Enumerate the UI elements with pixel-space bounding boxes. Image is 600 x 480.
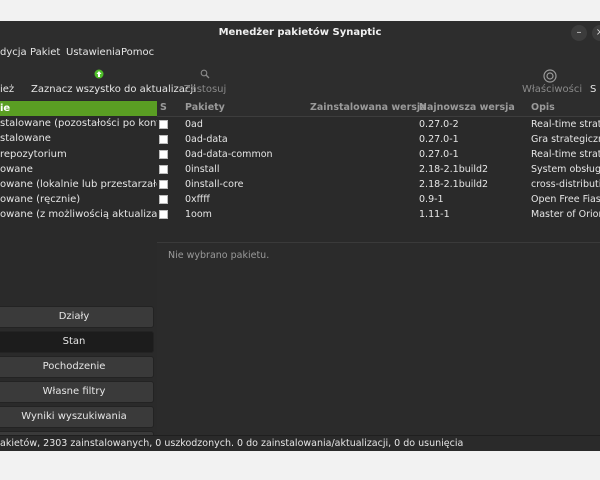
menubar: dycja Pakiet Ustawienia Pomoc [0, 45, 600, 63]
description: Real-time strateg [531, 149, 600, 160]
filter-item-all[interactable]: ie [0, 101, 157, 117]
description: cross-distribution [531, 179, 600, 190]
package-name: 1oom [185, 209, 212, 220]
column-latest-version[interactable]: Najnowsza wersja [419, 102, 515, 113]
minimize-button[interactable]: – [571, 25, 587, 41]
filter-item-installed-manual[interactable]: owane (ręcznie) [0, 192, 157, 207]
filter-item-residual-config[interactable]: stalowane (pozostałości po konfigurat [0, 116, 157, 131]
description: Open Free Fiasco [531, 194, 600, 205]
package-table: S Pakiety Zainstalowana wersja Najnowsza… [157, 100, 600, 240]
package-name: 0ad-data [185, 134, 228, 145]
filter-item-repository[interactable]: repozytorium [0, 147, 157, 162]
properties-icon [522, 69, 578, 83]
menu-edit[interactable]: dycja [0, 47, 27, 58]
column-package[interactable]: Pakiety [185, 102, 225, 113]
search-label: S [590, 84, 597, 95]
table-row[interactable]: 0ad-data-common 0.27.0-1 Real-time strat… [157, 147, 600, 162]
no-package-selected-text: Nie wybrano pakietu. [168, 250, 270, 261]
package-name: 0install-core [185, 179, 244, 190]
filter-item-upgradable[interactable]: owane (z możliwością aktualizacji) [0, 207, 157, 222]
mark-all-upgrades-label: Zaznacz wszystko do aktualizacji [31, 84, 196, 95]
latest-version: 0.9-1 [419, 194, 444, 205]
properties-label: Właściwości [522, 84, 583, 95]
status-checkbox[interactable] [159, 120, 168, 129]
menu-help[interactable]: Pomoc [121, 47, 154, 58]
description: System obsługi pa [531, 164, 600, 175]
latest-version: 2.18-2.1build2 [419, 179, 489, 190]
table-row[interactable]: 0install 2.18-2.1build2 System obsługi p… [157, 162, 600, 177]
column-status[interactable]: S [160, 102, 167, 113]
status-checkbox[interactable] [159, 135, 168, 144]
status-checkbox[interactable] [159, 180, 168, 189]
table-header: S Pakiety Zainstalowana wersja Najnowsza… [157, 100, 600, 117]
filter-pane: ie stalowane (pozostałości po konfigurat… [0, 100, 157, 451]
close-button[interactable]: × [592, 25, 600, 41]
window-title: Menedżer pakietów Synaptic [218, 27, 382, 38]
latest-version: 2.18-2.1build2 [419, 164, 489, 175]
package-name: 0ad-data-common [185, 149, 273, 160]
custom-filters-button[interactable]: Własne filtry [0, 381, 154, 403]
table-row[interactable]: 1oom 1.11-1 Master of Orion e [157, 207, 600, 222]
upgrade-arrow-icon [31, 69, 167, 81]
filter-item-not-installed[interactable]: stalowane [0, 131, 157, 146]
description: Master of Orion e [531, 209, 600, 220]
table-row[interactable]: 0ad 0.27.0-2 Real-time strateg [157, 117, 600, 132]
menu-settings[interactable]: Ustawienia [66, 47, 121, 58]
latest-version: 1.11-1 [419, 209, 450, 220]
latest-version: 0.27.0-2 [419, 119, 459, 130]
status-checkbox[interactable] [159, 210, 168, 219]
package-details-panel: Nie wybrano pakietu. [157, 242, 600, 436]
status-bar: akietów, 2303 zainstalowanych, 0 uszkodz… [0, 435, 600, 451]
table-row[interactable]: 0xffff 0.9-1 Open Free Fiasco [157, 192, 600, 207]
status-button[interactable]: Stan [0, 331, 154, 353]
filter-item-installed[interactable]: owane [0, 162, 157, 177]
status-checkbox[interactable] [159, 195, 168, 204]
status-checkbox[interactable] [159, 165, 168, 174]
status-text: akietów, 2303 zainstalowanych, 0 uszkodz… [0, 438, 464, 449]
menu-package[interactable]: Pakiet [30, 47, 60, 58]
latest-version: 0.27.0-1 [419, 149, 459, 160]
table-row[interactable]: 0ad-data 0.27.0-1 Gra strategiczna [157, 132, 600, 147]
synaptic-window: Menedżer pakietów Synaptic – × dycja Pak… [0, 21, 600, 451]
titlebar[interactable]: Menedżer pakietów Synaptic – × [0, 21, 600, 45]
apply-label: Zastosuj [183, 84, 227, 95]
description: Real-time strateg [531, 119, 600, 130]
apply-check-icon [180, 69, 230, 81]
sections-button[interactable]: Działy [0, 306, 154, 328]
latest-version: 0.27.0-1 [419, 134, 459, 145]
table-row[interactable]: 0install-core 2.18-2.1build2 cross-distr… [157, 177, 600, 192]
reload-label: ież [0, 84, 15, 95]
package-name: 0xffff [185, 194, 210, 205]
search-results-button[interactable]: Wyniki wyszukiwania [0, 406, 154, 428]
column-description[interactable]: Opis [531, 102, 555, 113]
column-installed-version[interactable]: Zainstalowana wersja [310, 102, 427, 113]
package-name: 0install [185, 164, 220, 175]
filter-list: ie stalowane (pozostałości po konfigurat… [0, 101, 157, 223]
description: Gra strategiczna [531, 134, 600, 145]
origin-button[interactable]: Pochodzenie [0, 356, 154, 378]
package-name: 0ad [185, 119, 203, 130]
filter-item-installed-local[interactable]: owane (lokalnie lub przestarzałe) [0, 177, 157, 192]
status-checkbox[interactable] [159, 150, 168, 159]
